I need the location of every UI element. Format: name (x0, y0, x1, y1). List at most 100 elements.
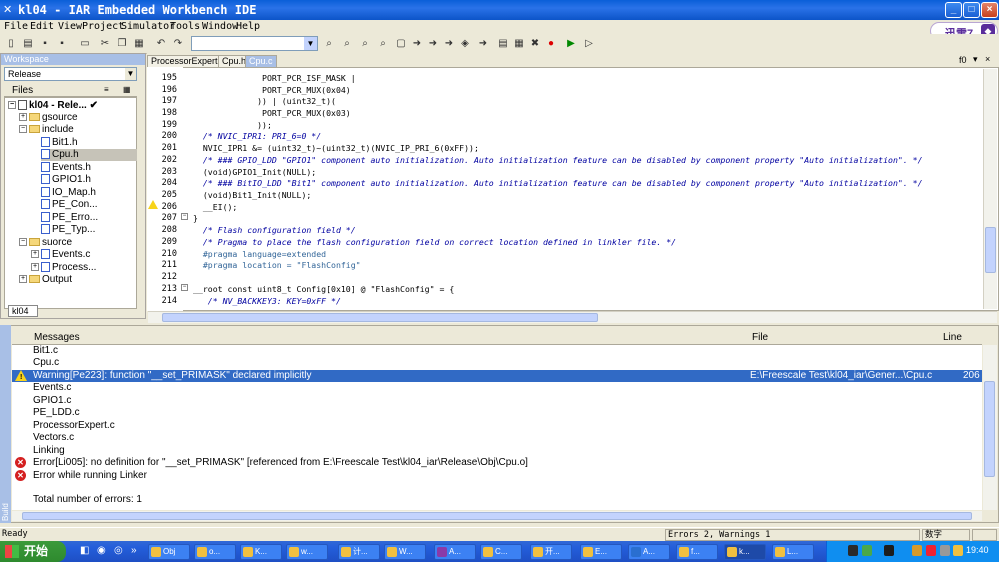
warning-marker-icon[interactable] (148, 200, 158, 209)
tree-file[interactable]: Bit1.h (41, 137, 78, 149)
editor-horizontal-scrollbar[interactable] (148, 311, 997, 323)
clock[interactable]: 19:40 (966, 545, 989, 555)
find-combo[interactable]: ▼ (191, 36, 318, 51)
menu-tools[interactable]: Tools (170, 21, 200, 32)
build-horizontal-scrollbar[interactable] (12, 511, 982, 521)
close-button[interactable]: × (981, 2, 998, 18)
fold-toggle-icon[interactable]: − (181, 213, 188, 220)
taskbar-button-active[interactable]: k... (724, 544, 766, 560)
workspace-tab[interactable]: kl04 (8, 305, 38, 317)
make-icon[interactable]: ▦ (512, 37, 526, 51)
message-row[interactable]: ✕ Error while running Linker (12, 470, 982, 482)
chevron-down-icon[interactable]: ▼ (125, 68, 136, 80)
menu-simulator[interactable]: Simulator (121, 21, 175, 32)
taskbar-button[interactable]: Obj (148, 544, 190, 560)
tree-folder-output[interactable]: + Output (19, 274, 72, 286)
build-vertical-scrollbar[interactable] (983, 345, 997, 510)
tree-file[interactable]: IO_Map.h (41, 187, 96, 199)
scrollbar-thumb[interactable] (984, 381, 995, 477)
message-row-selected[interactable]: ! Warning[Pe223]: function "__set_PRIMAS… (12, 370, 982, 382)
debug-no-download-icon[interactable]: ▷ (582, 37, 596, 51)
taskbar-button[interactable]: A... (434, 544, 476, 560)
message-row[interactable]: Linking (12, 445, 982, 457)
menu-project[interactable]: Project (82, 21, 124, 32)
chevron-down-icon[interactable]: ▾ (973, 54, 978, 65)
find-prev-icon[interactable]: ⌕ (358, 37, 372, 51)
tree-file[interactable]: PE_Con... (41, 199, 98, 211)
message-row[interactable]: ✕ Error[Li005]: no definition for "__set… (12, 457, 982, 469)
tree-file[interactable]: Events.h (41, 162, 91, 174)
taskbar-button[interactable]: o... (194, 544, 236, 560)
message-row[interactable]: Events.c (12, 382, 982, 394)
breakpoint-icon[interactable]: ● (544, 37, 558, 51)
tree-folder-include[interactable]: − include (19, 124, 74, 136)
cut-icon[interactable]: ✂ (98, 37, 112, 51)
menu-file[interactable]: File (4, 21, 28, 32)
tray-volume-icon[interactable] (940, 545, 950, 556)
redo-icon[interactable]: ↷ (171, 37, 185, 51)
message-row[interactable]: Cpu.c (12, 357, 982, 369)
taskbar-button[interactable]: K... (240, 544, 282, 560)
col-messages[interactable]: Messages (34, 332, 80, 343)
navigate-icon[interactable]: ◈ (458, 37, 472, 51)
tab-cpu-c[interactable]: Cpu.c (245, 55, 277, 67)
tray-network-icon[interactable] (884, 545, 894, 556)
open-folder-icon[interactable]: ▤ (21, 37, 35, 51)
taskbar-button[interactable]: A... (628, 544, 670, 560)
new-file-icon[interactable]: ▯ (4, 37, 18, 51)
taskbar-button[interactable]: W... (384, 544, 426, 560)
menu-window[interactable]: Window (202, 21, 238, 32)
tree-file[interactable]: PE_Erro... (41, 212, 98, 224)
quicklaunch-chrome-icon[interactable]: ◉ (97, 545, 106, 556)
quicklaunch-browser-icon[interactable]: ◎ (114, 545, 123, 556)
menu-help[interactable]: Help (236, 21, 260, 32)
bookmark-icon[interactable]: ➜ (410, 37, 424, 51)
taskbar-button[interactable]: w... (286, 544, 328, 560)
minimize-button[interactable]: _ (945, 2, 962, 18)
taskbar-button[interactable]: 计... (338, 544, 380, 560)
tray-ime-icon[interactable] (953, 545, 963, 556)
tray-app-icon[interactable] (862, 545, 872, 556)
sort-icon[interactable]: ≡ (104, 85, 109, 94)
editor-vertical-scrollbar[interactable] (983, 69, 997, 309)
copy-icon[interactable]: ❐ (115, 37, 129, 51)
paste-icon[interactable]: ▦ (132, 37, 146, 51)
taskbar-button[interactable]: C... (480, 544, 522, 560)
tray-security-icon[interactable] (926, 545, 936, 556)
menu-edit[interactable]: Edit (30, 21, 54, 32)
fold-toggle-icon[interactable]: − (181, 284, 188, 291)
options-icon[interactable]: ▦ (123, 85, 131, 94)
tree-file[interactable]: + Events.c (31, 249, 90, 261)
maximize-button[interactable]: □ (963, 2, 980, 18)
scrollbar-thumb[interactable] (162, 313, 598, 322)
configuration-select[interactable]: Release ▼ (4, 67, 137, 81)
col-line[interactable]: Line (943, 332, 962, 343)
tree-file[interactable]: GPIO1.h (41, 174, 91, 186)
quicklaunch-more-icon[interactable]: » (131, 545, 137, 556)
save-all-icon[interactable]: ▪ (55, 37, 69, 51)
bookmark-next-icon[interactable]: ➜ (442, 37, 456, 51)
find-next-icon[interactable]: ⌕ (340, 37, 354, 51)
message-row[interactable]: ProcessorExpert.c (12, 420, 982, 432)
tree-project[interactable]: − kl04 - Rele... ✔ (8, 100, 98, 112)
col-file[interactable]: File (752, 332, 768, 343)
goto-icon[interactable]: ▢ (394, 37, 408, 51)
taskbar-button[interactable]: 开... (530, 544, 572, 560)
save-icon[interactable]: ▪ (38, 37, 52, 51)
taskbar-button[interactable]: f... (676, 544, 718, 560)
tree-file[interactable]: PE_Typ... (41, 224, 95, 236)
taskbar-button[interactable]: E... (580, 544, 622, 560)
tree-folder-gsource[interactable]: + gsource (19, 112, 78, 124)
message-row[interactable]: GPIO1.c (12, 395, 982, 407)
message-row[interactable]: Total number of errors: 1 (12, 494, 982, 506)
menu-view[interactable]: View (58, 21, 82, 32)
debug-icon[interactable]: ▶ (564, 37, 578, 51)
chevron-down-icon[interactable]: ▼ (304, 37, 317, 50)
tree-folder-suorce[interactable]: − suorce (19, 237, 72, 249)
scrollbar-thumb[interactable] (22, 512, 972, 520)
taskbar-button[interactable]: L... (772, 544, 814, 560)
tab-processorexpert-c[interactable]: ProcessorExpert.c (147, 55, 229, 67)
tray-monitor-icon[interactable] (848, 545, 858, 556)
undo-icon[interactable]: ↶ (154, 37, 168, 51)
print-icon[interactable]: ▭ (78, 37, 92, 51)
